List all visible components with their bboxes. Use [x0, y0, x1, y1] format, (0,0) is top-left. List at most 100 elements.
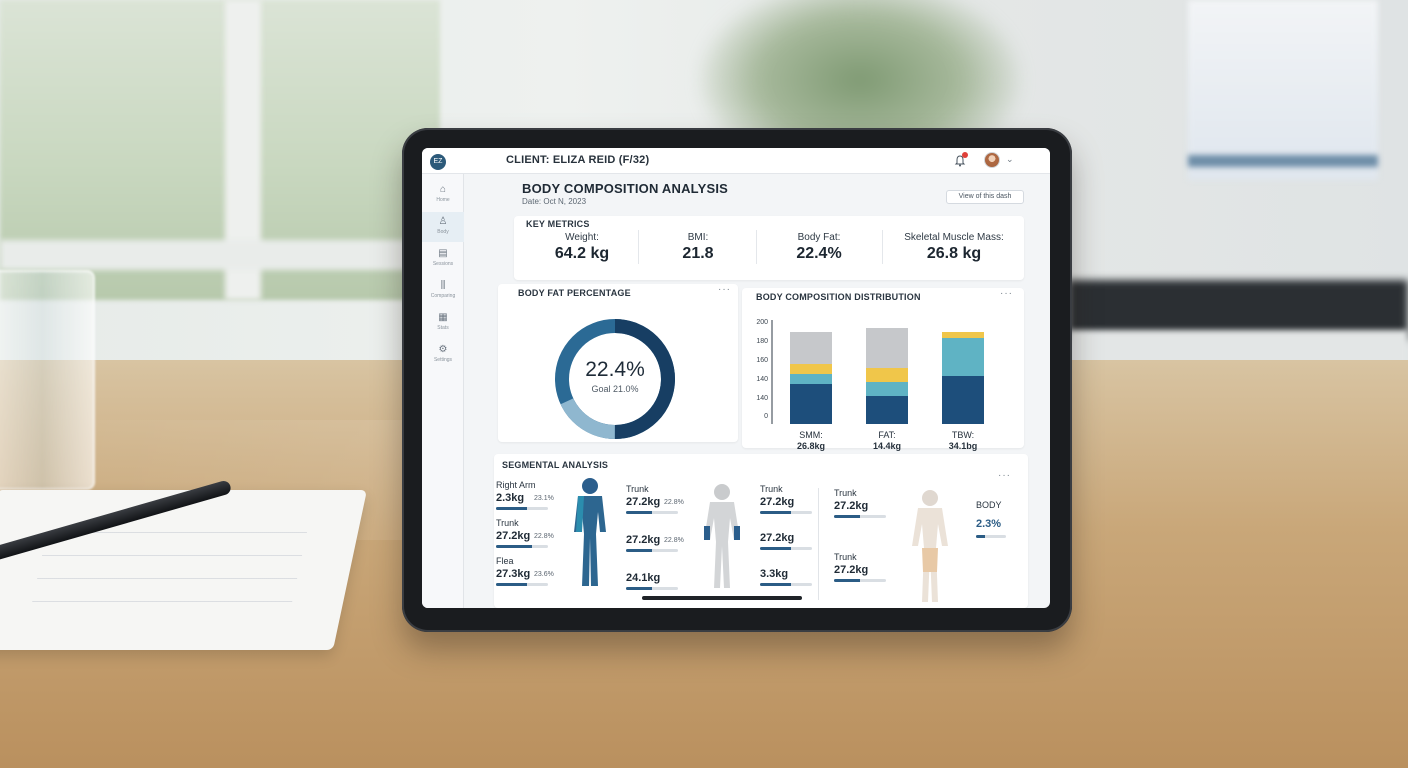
sidebar-item-home[interactable]: ⌂ Home [422, 180, 464, 210]
metric-body-fat: Body Fat: 22.4% [759, 232, 879, 263]
segment-bar-fill [496, 545, 533, 548]
segment-bar-fill [760, 547, 792, 550]
sidebar-item-label: Comparing [430, 293, 456, 299]
more-options-icon[interactable]: ··· [718, 284, 731, 295]
segment-bar [626, 549, 678, 552]
segment-value: 27.2kg [834, 500, 869, 512]
segment-percent: 22.8% [664, 537, 684, 544]
distribution-chart: 200 180 160 140 140 0 SMM: 26.8kg FAT: 14.4kg TBW:… [742, 288, 1024, 451]
sidebar: ⌂ Home ♙ Body ▤ Sessions ⫼ Comparing ▦ Stats ⚙ Sett… [422, 174, 464, 608]
segment-bar-fill [626, 511, 652, 514]
body-fat-goal: Goal 21.0% [591, 384, 639, 394]
segment-percent: 23.6% [534, 571, 554, 578]
sidebar-item-comparing[interactable]: ⫼ Comparing [422, 276, 464, 306]
sidebar-item-stats[interactable]: ▦ Stats [422, 308, 464, 338]
sidebar-item-label: Stats [437, 325, 449, 331]
sidebar-item-label: Body [437, 229, 449, 235]
segment-value: 3.3kg [760, 568, 789, 580]
segment-value: 27.2kg [626, 496, 661, 508]
page-date: Date: Oct N, 2023 [522, 197, 587, 206]
body-figure-front [574, 478, 606, 586]
column-divider [818, 488, 819, 600]
segment-percent: 22.8% [534, 533, 554, 540]
segment-value: 27.2kg [496, 530, 531, 542]
segment-bar [760, 547, 812, 550]
segment-bar [496, 583, 548, 586]
app-logo[interactable]: EZ [430, 154, 446, 170]
segment-percent: 23.1% [534, 495, 554, 502]
sessions-icon: ▤ [438, 248, 448, 259]
bar-segment [866, 382, 908, 396]
bar-segment [790, 374, 832, 384]
metric-label: BMI: [687, 232, 709, 243]
body-fat-value: 22.4% [585, 358, 645, 381]
stats-icon: ▦ [438, 312, 448, 323]
divider [882, 230, 883, 264]
segment-value: 27.2kg [760, 532, 795, 544]
client-name: CLIENT: ELIZA REID (F/32) [506, 154, 650, 166]
segment-bar [496, 507, 548, 510]
bar-segment [790, 364, 832, 374]
segment-bar [626, 511, 678, 514]
body-icon: ♙ [438, 216, 448, 227]
key-metrics-title: KEY METRICS [526, 219, 590, 229]
segment-bar [496, 545, 548, 548]
avatar[interactable] [984, 152, 1000, 168]
sidebar-item-body[interactable]: ♙ Body [422, 212, 464, 242]
segment-bar-fill [626, 587, 652, 590]
segment-value: 2.3kg [496, 492, 525, 504]
segment-value: 27.2kg [834, 564, 869, 576]
metric-weight: Weight: 64.2 kg [522, 232, 642, 263]
segment-bar-fill [496, 507, 528, 510]
home-indicator[interactable] [642, 596, 802, 600]
segment-bar-fill [834, 579, 860, 582]
tablet: EZ CLIENT: ELIZA REID (F/32) ⌄ ⌂ Home ♙ Bod… [402, 128, 1072, 632]
body-fat-title: BODY FAT PERCENTAGE [518, 288, 631, 298]
segment-percent: 22.8% [664, 499, 684, 506]
view-dashboard-button[interactable]: View of this dash [946, 190, 1024, 204]
segment-name: Trunk [496, 518, 519, 528]
metric-value: 22.4% [796, 245, 842, 262]
metric-label: Skeletal Muscle Mass: [904, 232, 1004, 243]
segment-bar-fill [760, 583, 792, 586]
segment-bar-fill [496, 583, 528, 586]
sidebar-item-label: Home [436, 197, 450, 203]
metric-skeletal-muscle: Skeletal Muscle Mass: 26.8 kg [888, 232, 1020, 263]
body-bar [976, 535, 1006, 538]
sidebar-item-label: Sessions [432, 261, 454, 267]
segment-value: 27.2kg [626, 534, 661, 546]
segment-bar-fill [834, 515, 860, 518]
category-value: 34.1bg [948, 441, 978, 451]
metric-label: Body Fat: [797, 232, 841, 243]
sidebar-item-sessions[interactable]: ▤ Sessions [422, 244, 464, 274]
bar-segment [790, 384, 832, 424]
segment-bar [834, 515, 886, 518]
category-name: TBW: [951, 430, 975, 440]
settings-icon: ⚙ [438, 344, 448, 355]
metric-label: Weight: [565, 232, 599, 243]
metric-bmi: BMI: 21.8 [638, 232, 758, 263]
sidebar-item-label: Settings [433, 357, 453, 363]
segmental-card: SEGMENTAL ANALYSIS ··· Right Arm 2.3kg 23.… [494, 454, 1028, 608]
app-header: EZ CLIENT: ELIZA REID (F/32) ⌄ [422, 148, 1050, 174]
bar-segment [942, 376, 984, 424]
segment-bar [626, 587, 678, 590]
window-sill [0, 240, 440, 270]
segment-bar [760, 511, 812, 514]
body-fat-card: BODY FAT PERCENTAGE ··· 22.4% Goal 21.0% [498, 284, 738, 442]
category-label: TBW: 34.1bg [933, 430, 993, 452]
segment-bar-fill [626, 549, 652, 552]
segment-name: Trunk [760, 484, 783, 494]
category-label: SMM: 26.8kg [781, 430, 841, 452]
body-label: BODY [976, 500, 1002, 510]
tablet-screen: EZ CLIENT: ELIZA REID (F/32) ⌄ ⌂ Home ♙ Bod… [422, 148, 1050, 608]
notification-badge [962, 152, 968, 158]
metric-value: 21.8 [682, 245, 714, 262]
category-label: FAT: 14.4kg [857, 430, 917, 452]
body-bar-fill [976, 535, 985, 538]
segment-name: Trunk [834, 488, 857, 498]
sidebar-item-settings[interactable]: ⚙ Settings [422, 340, 464, 370]
chevron-down-icon[interactable]: ⌄ [1006, 154, 1014, 165]
bar-segment [866, 328, 908, 368]
bar-segment [866, 368, 908, 382]
